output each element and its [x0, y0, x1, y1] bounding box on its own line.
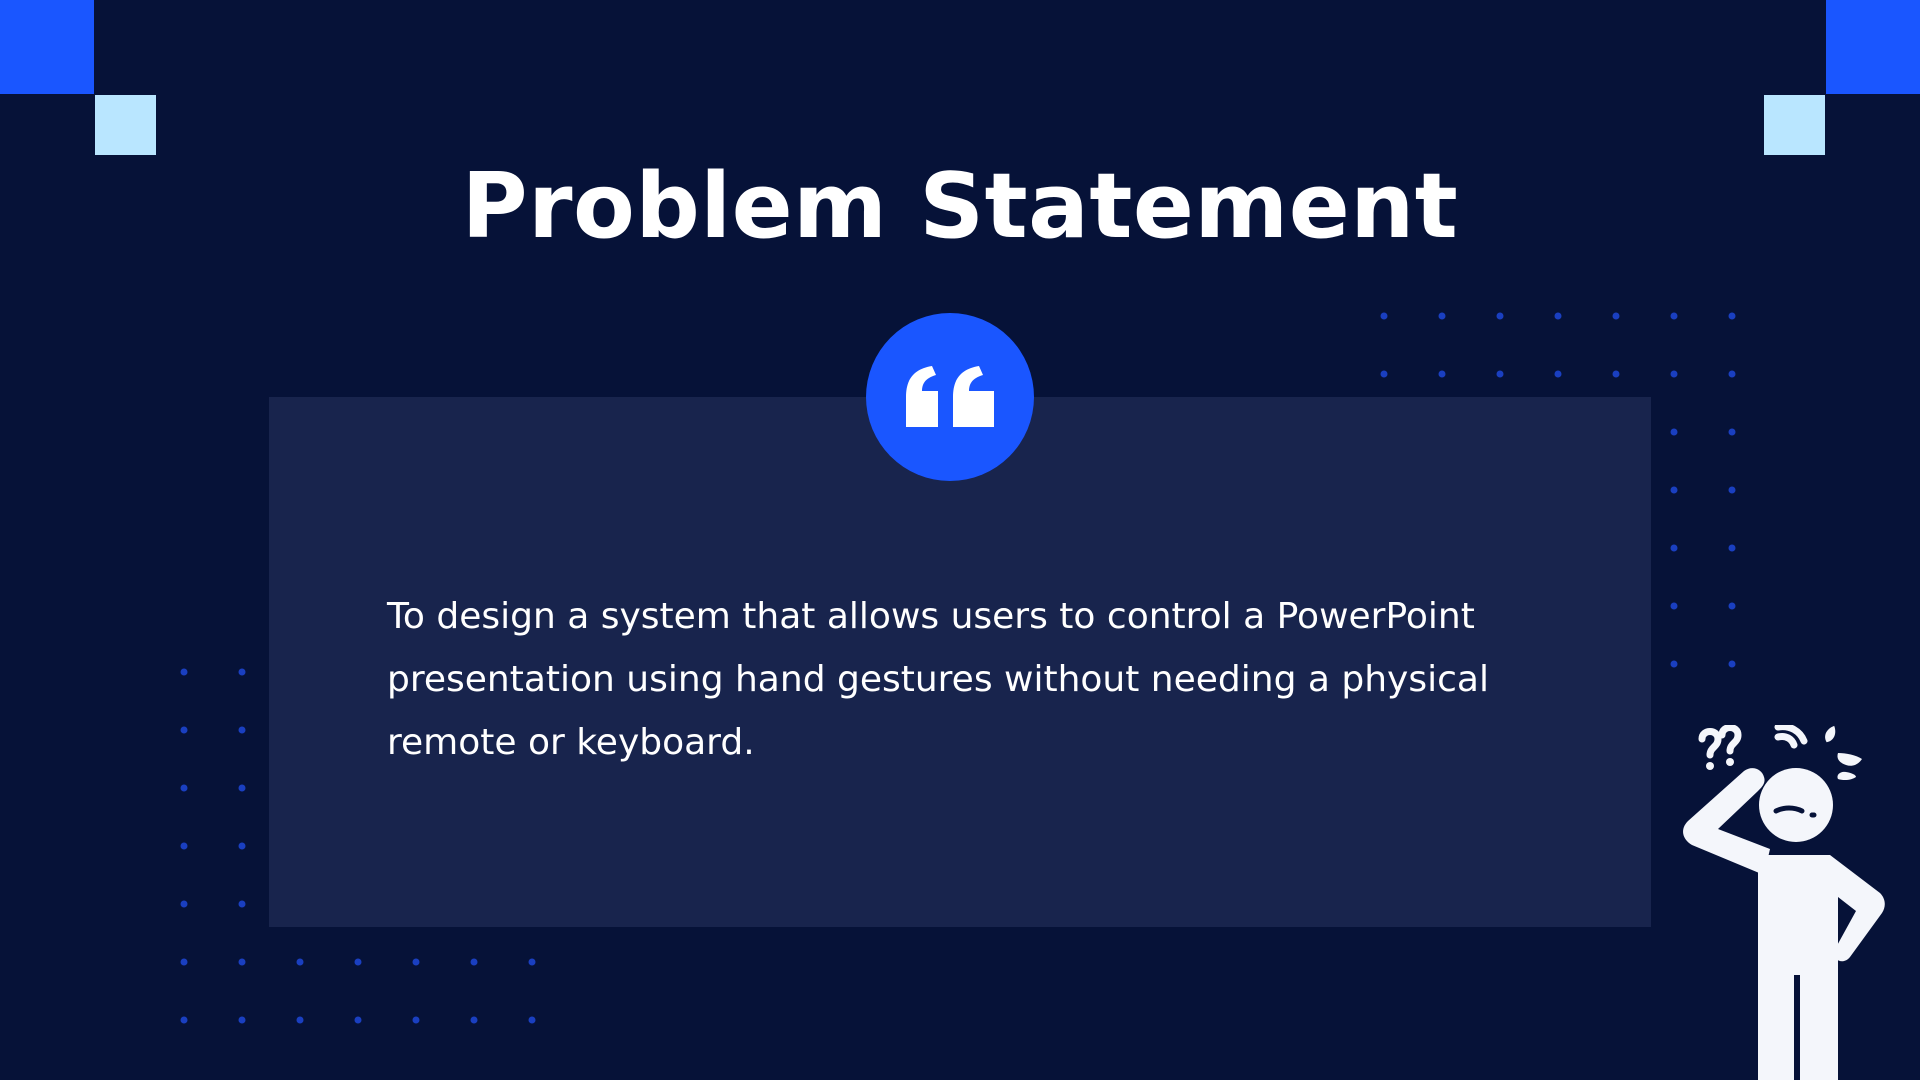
corner-square-top-left-light [95, 95, 156, 155]
quote-badge [866, 313, 1034, 481]
corner-square-top-right-light [1764, 95, 1825, 155]
problem-statement-text: To design a system that allows users to … [387, 596, 1489, 763]
corner-square-top-right-blue [1826, 0, 1920, 94]
confused-person-icon [1683, 723, 1885, 1080]
confused-person-illustration [1680, 723, 1920, 1080]
slide: Problem Statement To design a system tha… [0, 0, 1920, 1080]
corner-square-top-left-blue [0, 0, 94, 94]
quote-icon [906, 366, 994, 427]
slide-title: Problem Statement [461, 154, 1459, 259]
